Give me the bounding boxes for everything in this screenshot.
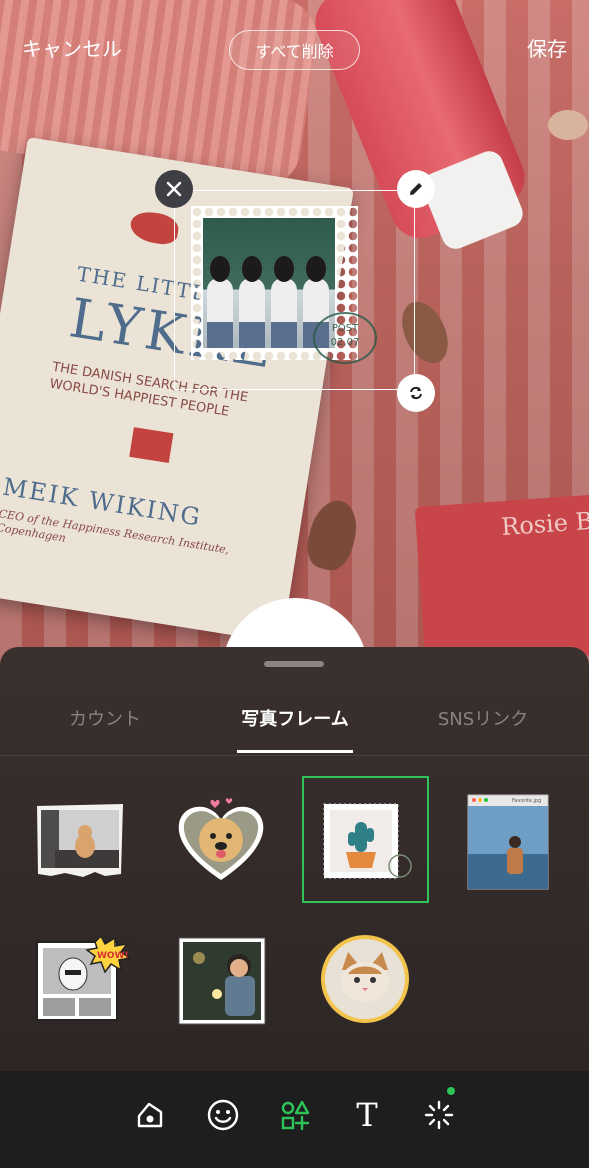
background-book-2: Rosie B xyxy=(414,493,589,667)
tab-sns-link[interactable]: SNSリンク xyxy=(418,705,548,731)
frame-item-circle-cat[interactable] xyxy=(302,918,429,1045)
torn-paper-cat-thumbnail xyxy=(37,804,123,877)
frame-item-polaroid-boy[interactable] xyxy=(157,918,284,1045)
frame-item-window-photo[interactable]: Favorite.jpg xyxy=(445,776,572,903)
delete-sticker-button[interactable] xyxy=(155,170,193,208)
effects-tool[interactable] xyxy=(417,1087,461,1137)
tab-count[interactable]: カウント xyxy=(40,705,170,731)
cancel-button[interactable]: キャンセル xyxy=(22,33,122,62)
stamp-cactus-thumbnail xyxy=(323,803,412,879)
effects-icon xyxy=(424,1100,454,1130)
photo-person xyxy=(207,256,233,348)
sheet-tabs: カウント 写真フレーム SNSリンク xyxy=(0,693,589,756)
tab-photo-frame[interactable]: 写真フレーム xyxy=(225,705,365,731)
shapes-tool[interactable] xyxy=(273,1093,317,1137)
window-title: Favorite.jpg xyxy=(512,798,541,804)
editor-toolbar: T xyxy=(0,1071,589,1168)
comic-burst-text: WOW! xyxy=(97,951,129,961)
photo-person xyxy=(271,256,297,348)
frame-item-heart-dog[interactable] xyxy=(157,776,284,903)
clear-all-button[interactable]: すべて削除 xyxy=(229,30,360,70)
postmark: POST 02.07 xyxy=(313,312,377,364)
sticker-icon xyxy=(137,1102,163,1128)
text-tool[interactable]: T xyxy=(345,1093,389,1137)
postmark-text: POST xyxy=(331,323,359,334)
circle-cat-thumbnail xyxy=(321,935,409,1023)
emoji-icon xyxy=(207,1099,239,1131)
active-tab-indicator xyxy=(237,750,353,753)
new-badge-dot xyxy=(447,1087,455,1095)
sheet-drag-handle[interactable] xyxy=(264,661,324,667)
frame-item-stamp-cactus[interactable] xyxy=(302,776,429,903)
text-icon: T xyxy=(356,1096,378,1134)
rotate-icon xyxy=(410,386,422,400)
comic-wow-thumbnail: WOW! xyxy=(36,938,131,1021)
emoji-tool[interactable] xyxy=(201,1093,245,1137)
book2-title: Rosie B xyxy=(500,506,589,542)
book-house-illustration xyxy=(129,427,174,464)
shapes-icon xyxy=(281,1100,310,1131)
shell-shape xyxy=(301,495,364,575)
heart-dog-thumbnail xyxy=(178,798,264,880)
photo-person xyxy=(239,256,265,348)
frame-item-comic-wow[interactable]: WOW! xyxy=(17,918,144,1045)
book-bird-illustration xyxy=(128,209,181,247)
close-icon xyxy=(166,181,182,197)
pencil-icon xyxy=(410,183,422,195)
sticker-tool[interactable] xyxy=(128,1093,172,1137)
save-button[interactable]: 保存 xyxy=(527,33,567,62)
postmark-date: 02.07 xyxy=(330,337,360,348)
polaroid-boy-thumbnail xyxy=(178,937,266,1025)
shell-shape xyxy=(548,110,588,140)
frame-item-torn-paper-cat[interactable] xyxy=(17,776,144,903)
edit-sticker-button[interactable] xyxy=(397,170,435,208)
window-photo-thumbnail: Favorite.jpg xyxy=(467,794,549,890)
rotate-resize-button[interactable] xyxy=(397,374,435,412)
